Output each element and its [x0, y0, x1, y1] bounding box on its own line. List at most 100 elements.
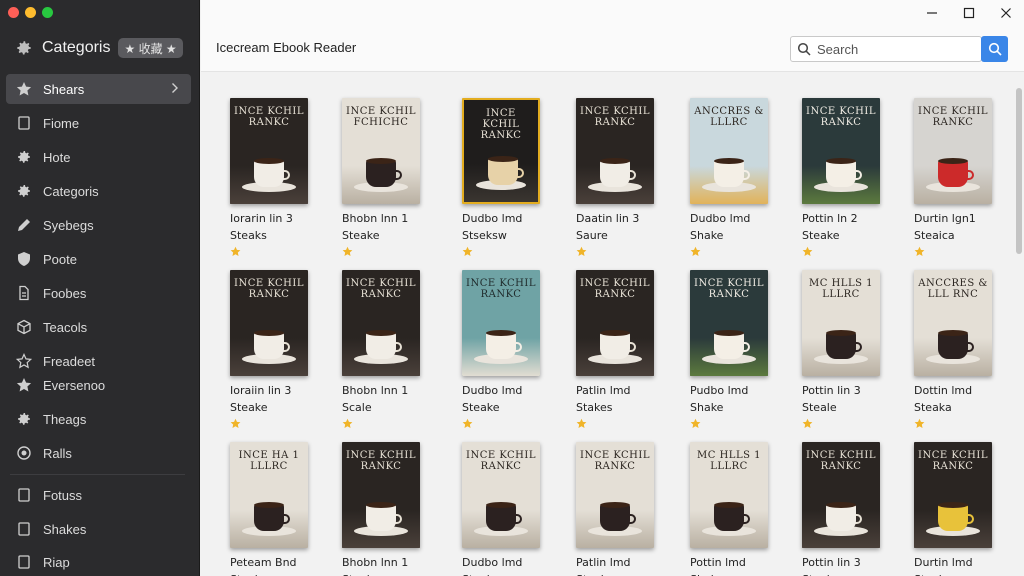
zoom-window-icon[interactable] [42, 7, 53, 18]
favorite-star-icon[interactable] [230, 244, 241, 256]
favorite-star-icon[interactable] [462, 244, 473, 256]
sidebar-item-categoris[interactable]: Categoris [6, 176, 191, 206]
book-title[interactable]: Dudbo lmd [462, 384, 546, 397]
maximize-icon[interactable] [950, 0, 987, 26]
book-cover[interactable]: INCE KCHIL RANKC [802, 442, 880, 548]
favorite-star-icon[interactable] [802, 244, 813, 256]
book-cover[interactable]: INCE KCHIL RANKC [690, 270, 768, 376]
book-item[interactable]: INCE HA 1 LLLRCPeteam BndSteaksee [230, 442, 314, 576]
book-cover[interactable]: MC HLLS 1 LLLRC [802, 270, 880, 376]
book-cover[interactable]: INCE KCHIL RANKC [230, 270, 308, 376]
search-box[interactable] [790, 36, 982, 62]
book-item[interactable]: ANCCRES & LLLRC Dudbo lmd Shake [690, 98, 774, 256]
book-title[interactable]: Durtin lmd [914, 556, 998, 569]
sidebar-item-ralls[interactable]: Ralls [6, 438, 191, 468]
book-cover[interactable]: INCE KCHIL RANKC [576, 98, 654, 204]
book-title[interactable]: Patlin lmd [576, 384, 660, 397]
book-title[interactable]: Pudbo lmd [690, 384, 774, 397]
book-item[interactable]: ANCCRES & LLL RNC Dottin lmd Steaka [914, 270, 998, 428]
book-cover[interactable]: INCE KCHIL RANKC [576, 270, 654, 376]
scrollbar[interactable] [1016, 88, 1022, 254]
book-cover[interactable]: INCE KCHIL RANKC [914, 98, 992, 204]
book-item[interactable]: INCE KCHIL RANKC Daatin lin 3 Saure [576, 98, 660, 256]
favorites-badge[interactable]: ★ 收藏 ★ [118, 38, 183, 58]
book-title[interactable]: Dudbo lmd [462, 556, 546, 569]
book-title[interactable]: Peteam Bnd [230, 556, 314, 569]
book-item[interactable]: INCE KCHIL RANKC Bhobn lnn 1 Scale [342, 270, 426, 428]
sidebar-item-shears[interactable]: Shears [6, 74, 191, 104]
book-title[interactable]: Pottin lmd [690, 556, 774, 569]
book-title[interactable]: Pottin lin 3 [802, 556, 886, 569]
book-cover[interactable]: INCE KCHIL RANKC [914, 442, 992, 548]
book-title[interactable]: Iorarin lin 3 [230, 212, 314, 225]
book-title[interactable]: Bhobn lnn 1 [342, 212, 426, 225]
book-item[interactable]: INCE KCHIL RANKCPatlin lmdSteake [576, 442, 660, 576]
book-cover[interactable]: INCE KCHIL RANKC [576, 442, 654, 548]
book-item[interactable]: INCE KCHIL RANKCBhobn lnn 1Steake [342, 442, 426, 576]
book-cover[interactable]: INCE HA 1 LLLRC [230, 442, 308, 548]
book-title[interactable]: Bhobn lnn 1 [342, 556, 426, 569]
book-title[interactable]: Daatin lin 3 [576, 212, 660, 225]
book-cover[interactable]: INCE KCHIL RANKC [342, 270, 420, 376]
book-item[interactable]: INCE KCHIL RANKC Dudbo lmd Stseksw [462, 98, 546, 256]
sidebar-item-teacols[interactable]: Teacols [6, 312, 191, 342]
favorite-star-icon[interactable] [690, 416, 701, 428]
book-cover[interactable]: MC HLLS 1 LLLRC [690, 442, 768, 548]
favorite-star-icon[interactable] [576, 244, 587, 256]
sidebar-item-syebegs[interactable]: Syebegs [6, 210, 191, 240]
book-item[interactable]: INCE KCHIL RANKC Ioraiin lin 3 Steake [230, 270, 314, 428]
sidebar-item-poote[interactable]: Poote [6, 244, 191, 274]
book-item[interactable]: INCE KCHIL RANKCPottin lin 3Steake [802, 442, 886, 576]
book-item[interactable]: INCE KCHIL RANKCDudbo lmdSteake [462, 442, 546, 576]
minimize-window-icon[interactable] [25, 7, 36, 18]
favorite-star-icon[interactable] [914, 244, 925, 256]
favorite-star-icon[interactable] [914, 416, 925, 428]
book-cover[interactable]: INCE KCHIL RANKC [462, 442, 540, 548]
book-cover[interactable]: ANCCRES & LLL RNC [914, 270, 992, 376]
book-item[interactable]: INCE KCHIL RANKC Durtin lgn1 Steaica [914, 98, 998, 256]
book-item[interactable]: INCE KCHIL RANKCDurtin lmdSteake [914, 442, 998, 576]
book-title[interactable]: Bhobn lnn 1 [342, 384, 426, 397]
book-item[interactable]: MC HLLS 1 LLLRC Pottin lin 3 Steale [802, 270, 886, 428]
book-title[interactable]: Pottin lin 3 [802, 384, 886, 397]
sidebar-item-eversenoo[interactable]: Eversenoo [6, 370, 191, 400]
sidebar-item-shakes[interactable]: Shakes [6, 514, 191, 544]
book-item[interactable]: INCE KCHIL FCHICHC Bhobn lnn 1 Steake [342, 98, 426, 256]
book-cover[interactable]: INCE KCHIL FCHICHC [342, 98, 420, 204]
book-item[interactable]: INCE KCHIL RANKC Iorarin lin 3 Steaks [230, 98, 314, 256]
sidebar-item-fiome[interactable]: Fiome [6, 108, 191, 138]
book-cover[interactable]: INCE KCHIL RANKC [462, 270, 540, 376]
sidebar-item-hote[interactable]: Hote [6, 142, 191, 172]
book-title[interactable]: Dudbo lmd [690, 212, 774, 225]
book-item[interactable]: MC HLLS 1 LLLRCPottin lmdShake [690, 442, 774, 576]
book-cover[interactable]: ANCCRES & LLLRC [690, 98, 768, 204]
book-title[interactable]: Patlin lmd [576, 556, 660, 569]
search-input[interactable] [817, 41, 967, 57]
book-item[interactable]: INCE KCHIL RANKC Pudbo lmd Shake [690, 270, 774, 428]
book-cover[interactable]: INCE KCHIL RANKC [802, 98, 880, 204]
minimize-icon[interactable] [913, 0, 950, 26]
book-item[interactable]: INCE KCHIL RANKCDudbo lmdSteake [462, 270, 546, 428]
sidebar-item-fotuss[interactable]: Fotuss [6, 480, 191, 510]
book-title[interactable]: Durtin lgn1 [914, 212, 998, 225]
book-cover[interactable]: INCE KCHIL RANKC [462, 98, 540, 204]
favorite-star-icon[interactable] [462, 416, 473, 428]
sidebar-item-riap[interactable]: Riap [6, 547, 191, 576]
close-icon[interactable] [987, 0, 1024, 26]
favorite-star-icon[interactable] [802, 416, 813, 428]
book-title[interactable]: Pottin ln 2 [802, 212, 886, 225]
book-cover[interactable]: INCE KCHIL RANKC [342, 442, 420, 548]
close-window-icon[interactable] [8, 7, 19, 18]
book-title[interactable]: Ioraiin lin 3 [230, 384, 314, 397]
book-item[interactable]: INCE KCHIL RANKC Pottin ln 2 Steake [802, 98, 886, 256]
favorite-star-icon[interactable] [576, 416, 587, 428]
sidebar-item-theags[interactable]: Theags [6, 404, 191, 434]
book-title[interactable]: Dottin lmd [914, 384, 998, 397]
favorite-star-icon[interactable] [690, 244, 701, 256]
favorite-star-icon[interactable] [342, 244, 353, 256]
book-item[interactable]: INCE KCHIL RANKC Patlin lmd Stakes [576, 270, 660, 428]
sidebar-item-foobes[interactable]: Foobes [6, 278, 191, 308]
favorite-star-icon[interactable] [342, 416, 353, 428]
book-cover[interactable]: INCE KCHIL RANKC [230, 98, 308, 204]
favorite-star-icon[interactable] [230, 416, 241, 428]
